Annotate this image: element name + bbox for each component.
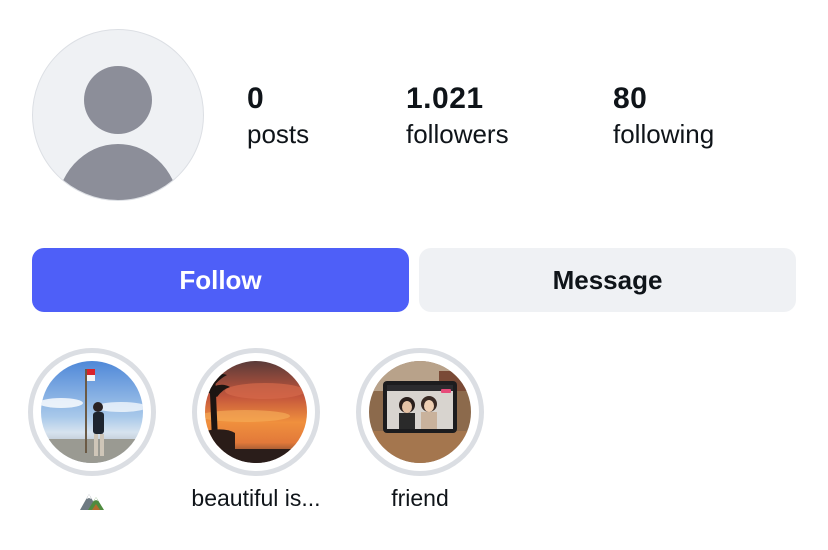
followers-label: followers [406, 119, 509, 149]
highlight-thumbnail [41, 361, 143, 463]
posts-label: posts [247, 119, 310, 149]
story-highlight-summit[interactable] [28, 348, 156, 528]
story-highlight-sunset[interactable]: beautiful is... [191, 348, 321, 528]
default-avatar-icon [56, 66, 180, 200]
following-label: following [613, 119, 715, 149]
follow-button[interactable]: Follow [32, 248, 409, 312]
followers-count: 1.021 [406, 82, 484, 115]
following-count: 80 [613, 82, 648, 115]
story-highlight-friend[interactable]: friend [356, 348, 484, 528]
highlight-thumbnail [205, 361, 307, 463]
message-button[interactable]: Message [419, 248, 796, 312]
profile-avatar[interactable] [32, 29, 204, 201]
highlight-thumbnail [369, 361, 471, 463]
stat-following[interactable]: 80 following [613, 82, 714, 150]
stat-posts[interactable]: 0 posts [247, 82, 309, 150]
mountain-emoji-icon [80, 493, 104, 510]
highlight-label: friend [391, 485, 449, 511]
stat-followers[interactable]: 1.021 followers [406, 82, 509, 150]
posts-count: 0 [247, 82, 265, 115]
